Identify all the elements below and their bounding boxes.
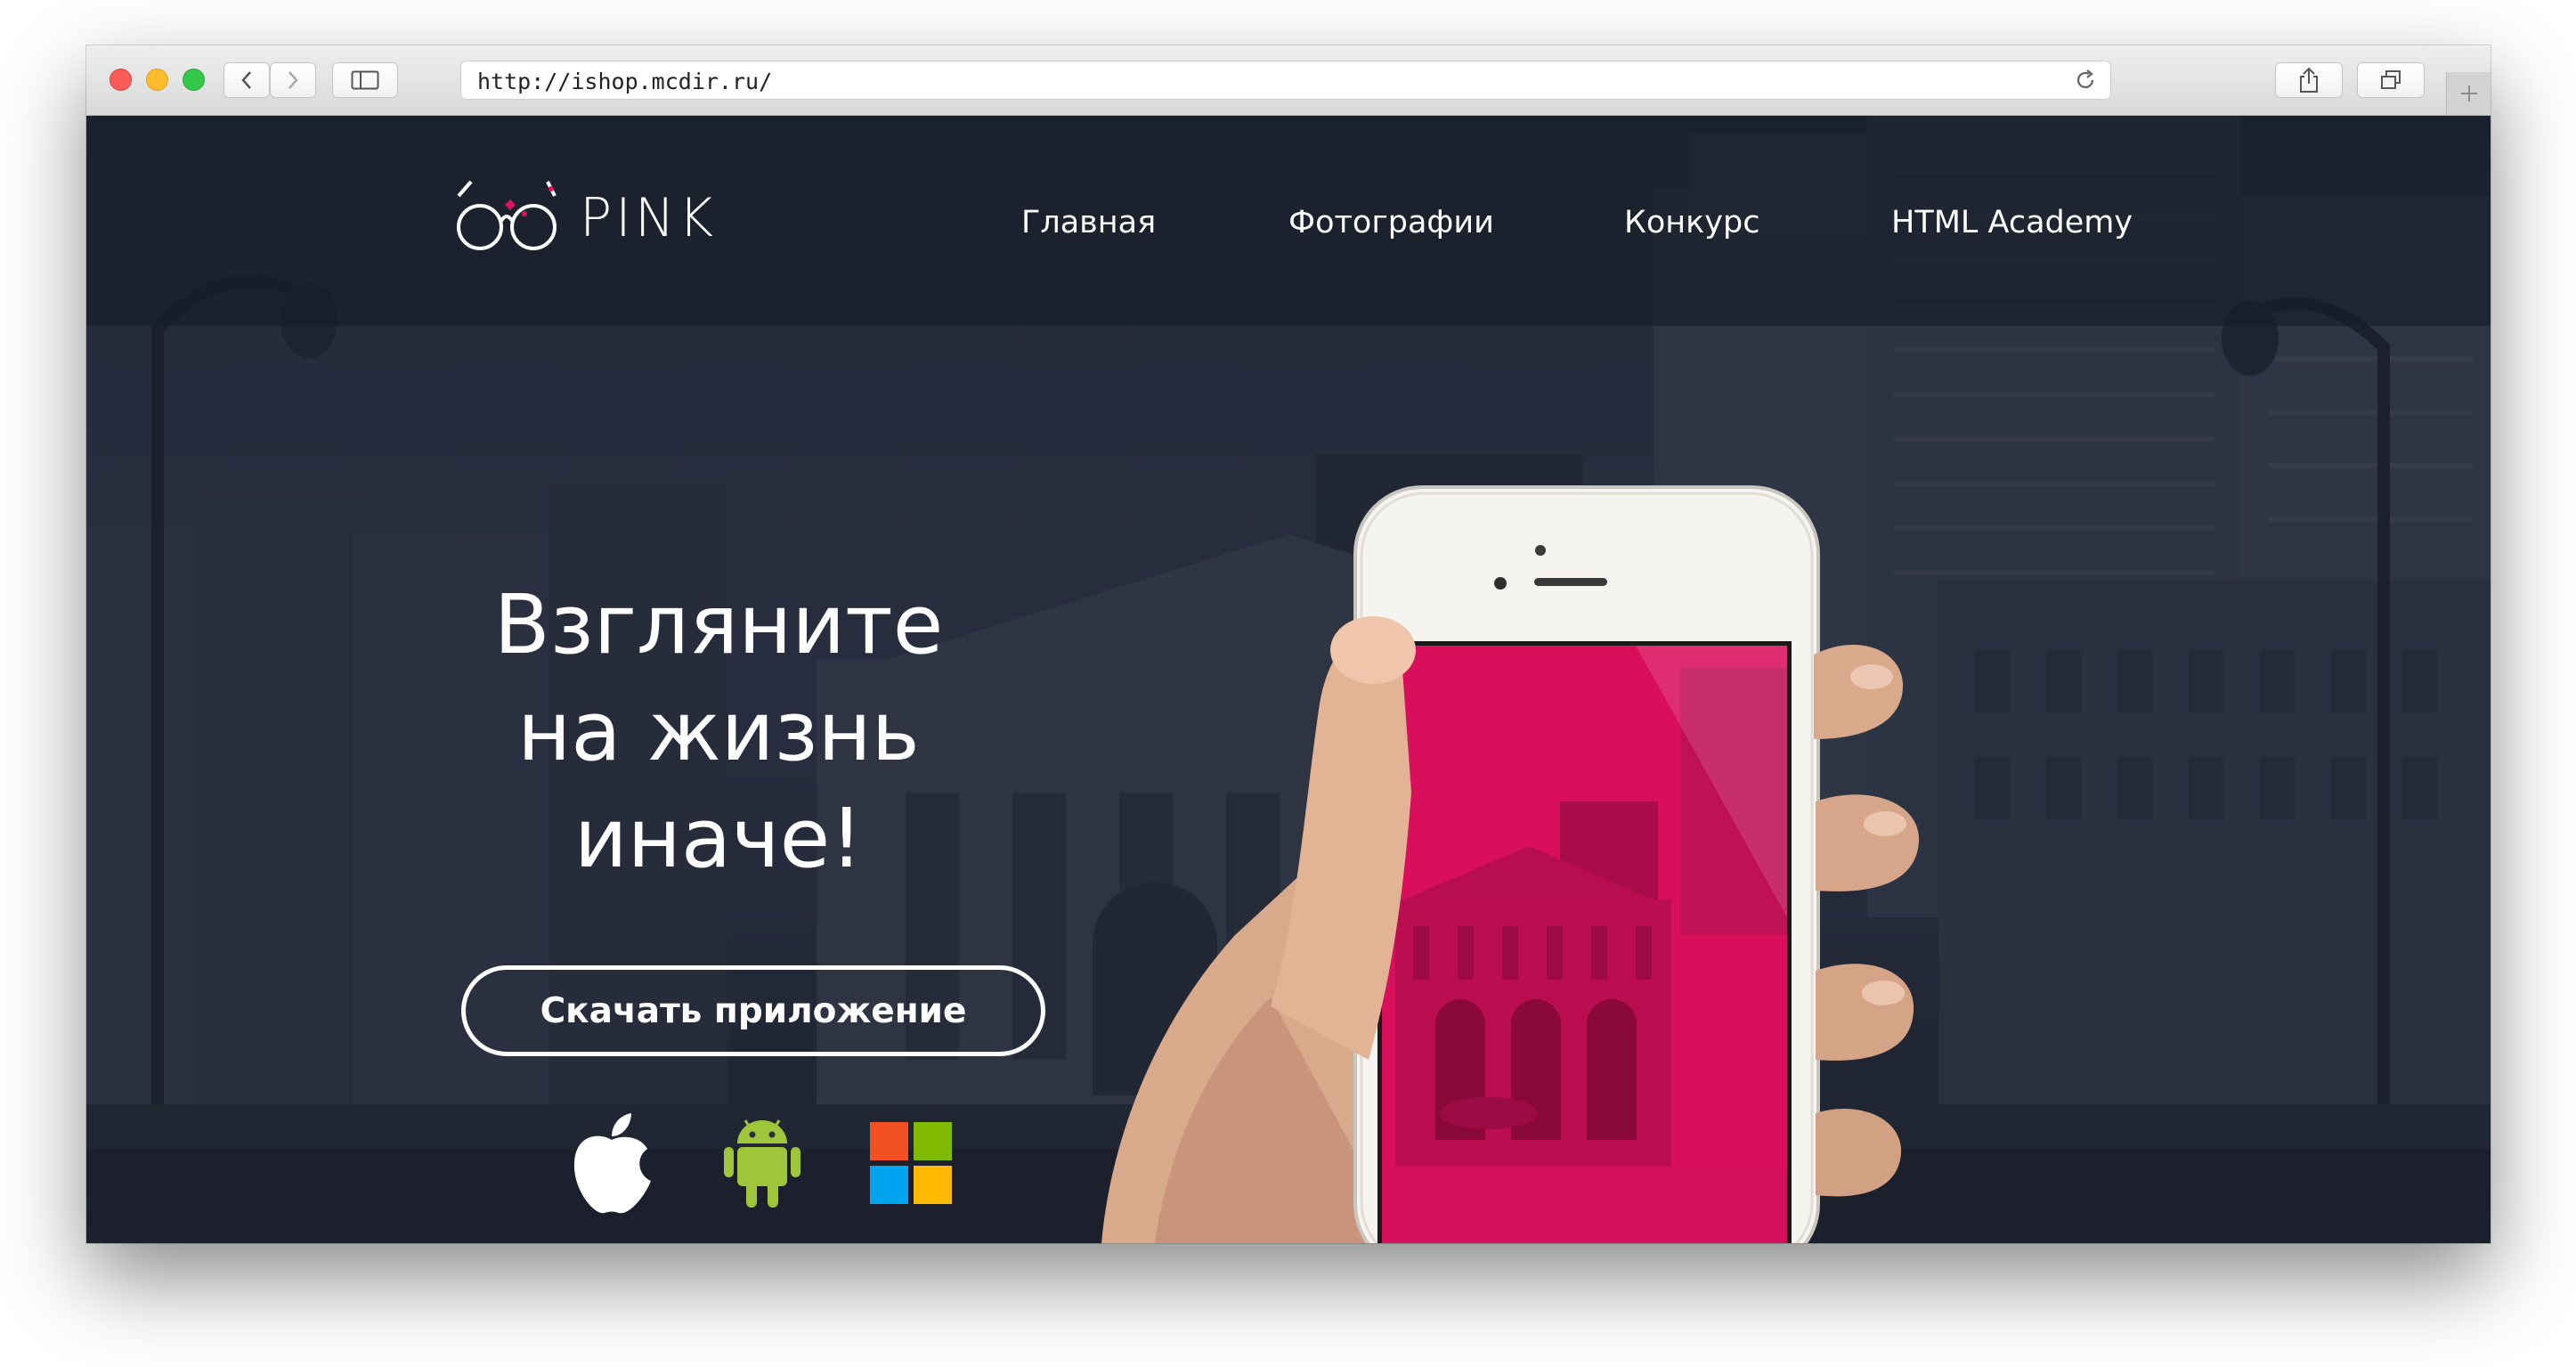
zoom-window-button[interactable] bbox=[183, 69, 205, 91]
tabs-icon bbox=[2381, 70, 2401, 89]
forward-button[interactable] bbox=[270, 62, 316, 98]
address-bar[interactable]: http://ishop.mcdir.ru/ bbox=[460, 61, 2111, 100]
web-page: PINK Главная Фотографии Конкурс HTML Aca… bbox=[86, 116, 2491, 1243]
sidebar-toggle-button[interactable] bbox=[332, 62, 398, 98]
back-button[interactable] bbox=[223, 62, 270, 98]
reload-icon[interactable] bbox=[2073, 68, 2098, 93]
close-window-button[interactable] bbox=[110, 69, 132, 91]
hand-with-phone-image bbox=[1101, 485, 1920, 1243]
browser-toolbar: http://ishop.mcdir.ru/ bbox=[86, 45, 2491, 116]
browser-window: http://ishop.mcdir.ru/ PINK Главная Фото… bbox=[86, 45, 2491, 1243]
chevron-right-icon bbox=[288, 71, 298, 89]
plus-icon bbox=[2461, 85, 2477, 102]
minimize-window-button[interactable] bbox=[146, 69, 168, 91]
share-icon bbox=[2300, 67, 2318, 93]
chevron-left-icon bbox=[241, 71, 251, 89]
new-tab-button[interactable] bbox=[2446, 72, 2491, 115]
share-button[interactable] bbox=[2275, 62, 2343, 98]
url-text: http://ishop.mcdir.ru/ bbox=[477, 69, 773, 94]
sidebar-icon bbox=[351, 70, 379, 90]
show-tabs-button[interactable] bbox=[2357, 62, 2425, 98]
